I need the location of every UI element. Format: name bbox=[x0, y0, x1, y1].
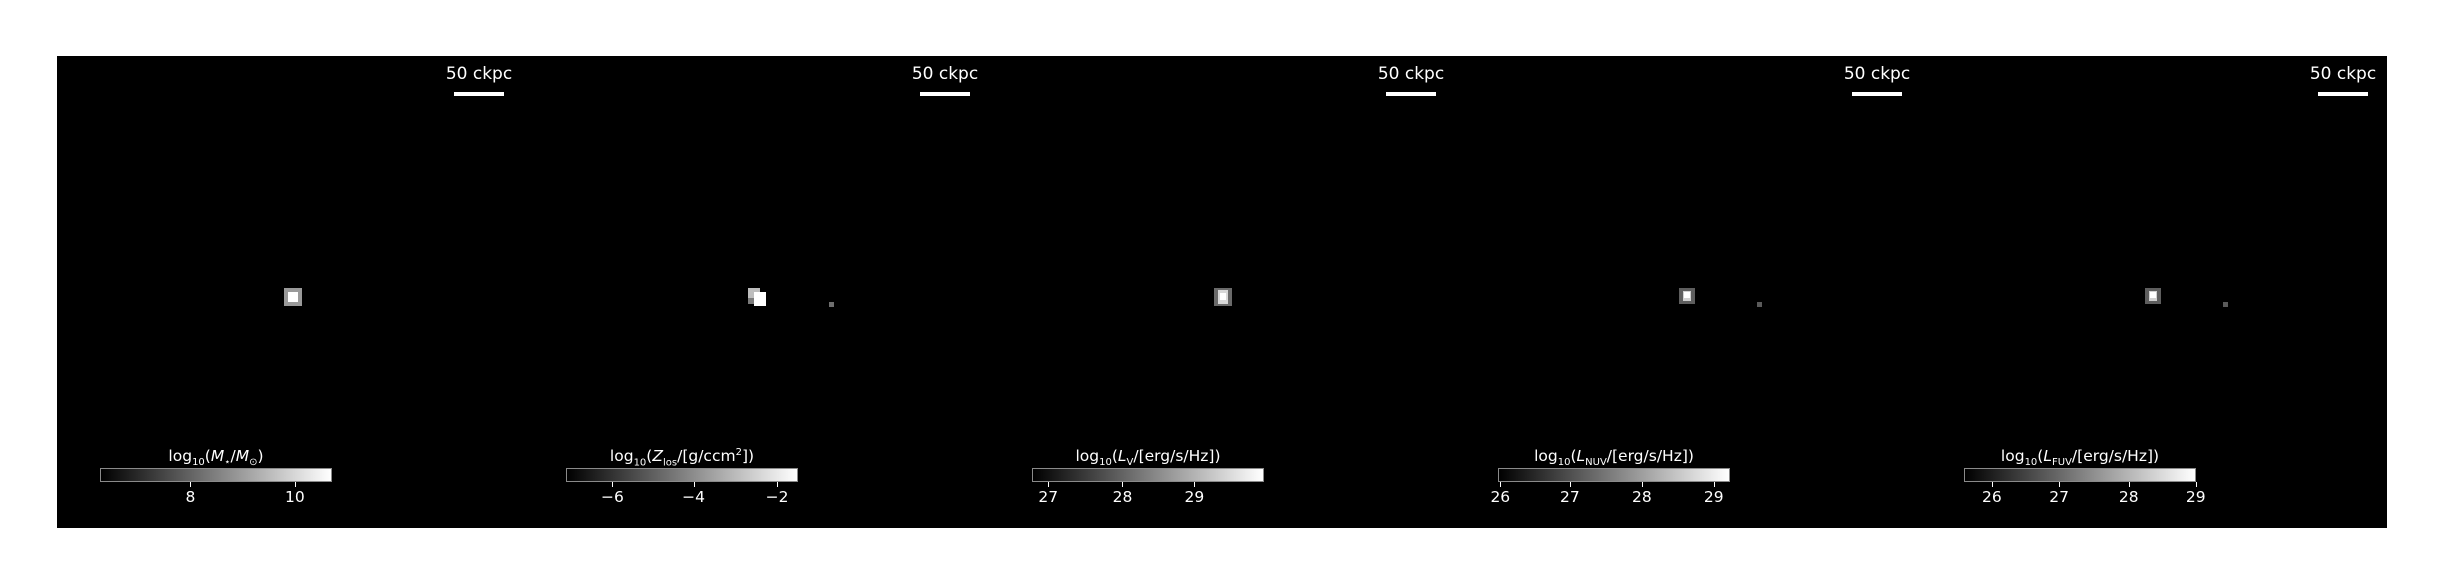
colorbar-tick-label: 27 bbox=[1038, 488, 1059, 506]
colorbar-label: log10(Zlos/[g/ccm2]) bbox=[609, 447, 755, 469]
colorbar-tick bbox=[693, 482, 695, 487]
galaxy-blob bbox=[748, 288, 766, 306]
colorbar-tick-label: 8 bbox=[185, 488, 196, 506]
satellite-blob bbox=[1757, 302, 1762, 307]
colorbar-tick-label: −4 bbox=[682, 488, 706, 506]
scale-bar bbox=[1386, 92, 1436, 96]
scale-bar bbox=[2318, 92, 2368, 96]
colorbar-tick bbox=[190, 482, 192, 487]
colorbar-tick bbox=[1713, 482, 1715, 487]
colorbar-tick bbox=[1048, 482, 1050, 487]
panel-metal-column-density: 50 ckpc log10(Zlos/[g/ccm2]) −6 −4 −2 bbox=[523, 56, 989, 528]
scale-bar-label: 50 ckpc bbox=[2309, 64, 2377, 84]
colorbar-tick bbox=[2059, 482, 2061, 487]
colorbar-label: log10(LFUV/[erg/s/Hz]) bbox=[2000, 447, 2160, 469]
colorbar-tick-label: 10 bbox=[285, 488, 305, 506]
colorbar-tick-label: −2 bbox=[765, 488, 789, 506]
colorbar bbox=[1032, 468, 1264, 482]
scale-bar-label: 50 ckpc bbox=[911, 64, 979, 84]
colorbar-tick bbox=[777, 482, 779, 487]
colorbar-tick bbox=[1641, 482, 1643, 487]
colorbar bbox=[1498, 468, 1730, 482]
colorbar-tick-label: 27 bbox=[2049, 488, 2069, 506]
colorbar-tick-label: 27 bbox=[1560, 488, 1580, 506]
colorbar-tick-label: 29 bbox=[1703, 488, 1724, 506]
colorbar-tick-label: 29 bbox=[1184, 488, 1205, 506]
colorbar-tick bbox=[2195, 482, 2197, 487]
colorbar-tick-label: 26 bbox=[1490, 488, 1511, 506]
colorbar-tick bbox=[1500, 482, 1502, 487]
galaxy-blob bbox=[2145, 288, 2161, 304]
colorbar-tick bbox=[294, 482, 296, 487]
galaxy-blob bbox=[284, 288, 302, 306]
colorbar-label: log10(LNUV/[erg/s/Hz]) bbox=[1534, 447, 1694, 469]
panel-v-band-luminosity: 50 ckpc log10(LV/[erg/s/Hz]) 27 28 29 bbox=[989, 56, 1455, 528]
panel-stellar-mass: 50 ckpc log10(M⋆/M⊙) 8 10 bbox=[57, 56, 523, 528]
colorbar bbox=[100, 468, 332, 482]
panel-fuv-luminosity: 50 ckpc log10(LFUV/[erg/s/Hz]) 26 27 28 29 bbox=[1921, 56, 2387, 528]
colorbar-tick-label: 28 bbox=[1631, 488, 1652, 506]
colorbar-label: log10(M⋆/M⊙) bbox=[168, 447, 264, 469]
colorbar-tick-label: 28 bbox=[2118, 488, 2139, 506]
colorbar bbox=[1964, 468, 2196, 482]
scale-bar bbox=[454, 92, 504, 96]
colorbar-tick bbox=[2128, 482, 2130, 487]
colorbar-tick-label: −6 bbox=[600, 488, 624, 506]
scale-bar-label: 50 ckpc bbox=[1377, 64, 1445, 84]
colorbar-tick bbox=[1569, 482, 1571, 487]
scale-bar-label: 50 ckpc bbox=[445, 64, 513, 84]
colorbar-tick-label: 26 bbox=[1981, 488, 2002, 506]
galaxy-blob bbox=[1679, 288, 1695, 304]
scale-bar bbox=[920, 92, 970, 96]
satellite-blob bbox=[829, 302, 834, 307]
satellite-blob bbox=[2223, 302, 2228, 307]
scale-bar bbox=[1852, 92, 1902, 96]
image-strip: 50 ckpc log10(M⋆/M⊙) 8 10 50 ckpc log10(Z… bbox=[57, 56, 2387, 528]
colorbar bbox=[566, 468, 798, 482]
colorbar-tick-label: 29 bbox=[2185, 488, 2206, 506]
colorbar-tick bbox=[1122, 482, 1124, 487]
colorbar-tick bbox=[1991, 482, 1993, 487]
colorbar-tick-label: 28 bbox=[1112, 488, 1133, 506]
colorbar-tick bbox=[1194, 482, 1196, 487]
scale-bar-label: 50 ckpc bbox=[1843, 64, 1911, 84]
colorbar-tick bbox=[612, 482, 614, 487]
colorbar-label: log10(LV/[erg/s/Hz]) bbox=[1075, 447, 1221, 469]
panel-nuv-luminosity: 50 ckpc log10(LNUV/[erg/s/Hz]) 26 27 28 29 bbox=[1455, 56, 1921, 528]
galaxy-blob bbox=[1214, 288, 1232, 306]
